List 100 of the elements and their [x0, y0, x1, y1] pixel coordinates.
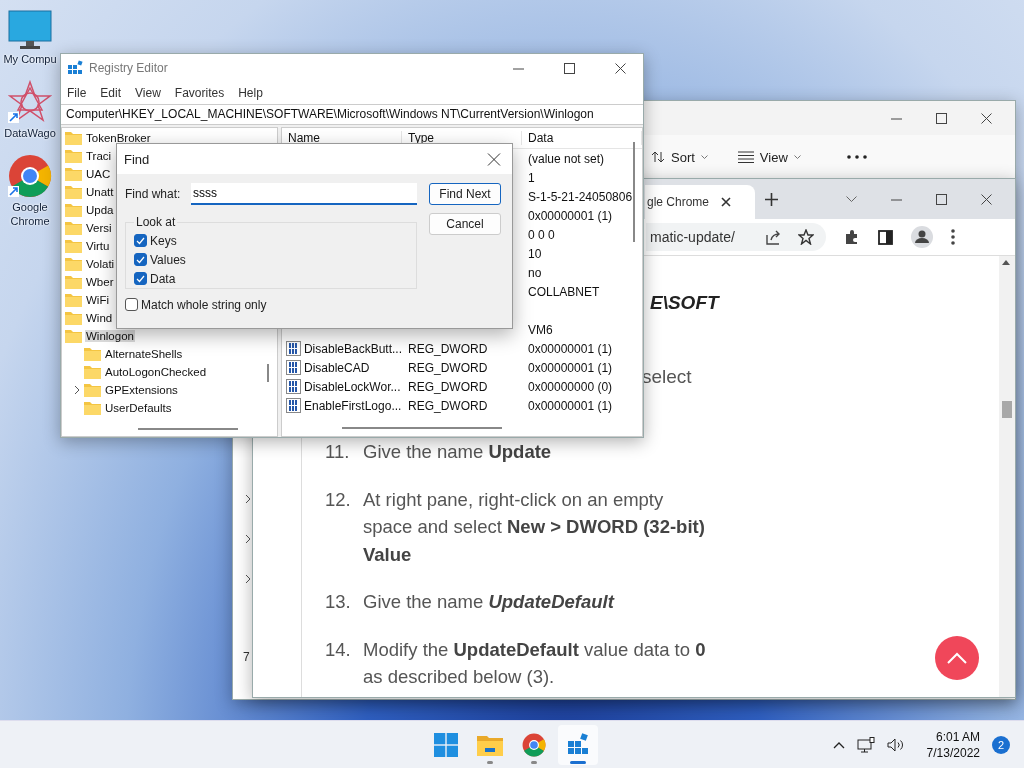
clock[interactable]: 6:01 AM 7/13/2022	[926, 729, 980, 761]
chevron-up-icon[interactable]	[832, 741, 845, 749]
tree-item[interactable]: AlternateShells	[104, 348, 184, 360]
menu-item[interactable]: Favorites	[174, 86, 225, 100]
network-icon[interactable]	[856, 737, 875, 753]
tree-item[interactable]: Winlogon	[85, 330, 135, 342]
scroll-up-icon[interactable]	[1002, 260, 1010, 265]
menu-item[interactable]: Edit	[100, 86, 122, 100]
close-icon[interactable]	[981, 112, 992, 124]
menu-item[interactable]: View	[135, 86, 161, 100]
value-name[interactable]: DisableBackButt...	[303, 341, 402, 356]
step-text: Give the name Update	[363, 440, 553, 464]
notification-badge[interactable]: 2	[992, 736, 1010, 754]
chrome-icon[interactable]	[8, 154, 52, 198]
chevron-right-icon[interactable]	[245, 494, 251, 504]
tree-item[interactable]: GPExtensions	[104, 384, 179, 396]
checkbox-label[interactable]: Match whole string only	[141, 297, 267, 312]
address-field[interactable]: Computer\HKEY_LOCAL_MACHINE\SOFTWARE\Microsoft\Windows NT\CurrentVersion\Winlogon	[61, 104, 643, 125]
share-icon[interactable]	[766, 229, 782, 245]
scrollbar-thumb[interactable]	[342, 427, 502, 429]
close-icon[interactable]	[615, 62, 626, 74]
tree-item[interactable]: Volati	[85, 258, 116, 270]
tree-item[interactable]: Unatt	[85, 186, 115, 198]
value-data: 0x00000000 (0)	[528, 379, 613, 394]
side-panel-icon[interactable]	[878, 229, 893, 245]
value-type: REG_DWORD	[408, 398, 488, 413]
article-text: select	[642, 366, 693, 388]
value-name[interactable]: EnableFirstLogo...	[304, 398, 402, 413]
chevron-right-icon[interactable]	[73, 385, 81, 395]
tree-item[interactable]: Versi	[85, 222, 113, 234]
value-data: 0x00000001 (1)	[528, 398, 613, 413]
caret-down-icon	[793, 155, 801, 159]
tree-item[interactable]: UserDefaults	[104, 402, 173, 414]
checkbox-label[interactable]: Values	[150, 252, 186, 267]
menu-item[interactable]: File	[67, 86, 87, 100]
checkbox[interactable]	[125, 298, 138, 311]
registry-editor-icon	[67, 60, 83, 76]
desktop-icon-label[interactable]: DataWago	[4, 126, 56, 140]
chevron-right-icon[interactable]	[245, 574, 251, 584]
taskbar-app-button[interactable]	[558, 725, 598, 765]
scrollbar-thumb[interactable]	[267, 364, 269, 382]
more-options-icon[interactable]	[846, 155, 867, 159]
date-text: 7/13/2022	[926, 745, 980, 761]
folder-icon	[84, 401, 101, 415]
desktop-icon-label[interactable]: My Compu	[3, 52, 57, 66]
tree-item[interactable]: Virtu	[85, 240, 111, 252]
puzzle-icon[interactable]	[844, 229, 860, 245]
caret-down-icon	[700, 155, 708, 159]
folder-icon	[84, 347, 101, 361]
dialog-title: Find	[124, 151, 150, 167]
star-icon[interactable]	[798, 229, 814, 245]
desktop-icon-label[interactable]: Google Chrome	[1, 200, 59, 228]
tree-item[interactable]: Traci	[85, 150, 113, 162]
value-name[interactable]: DisableLockWor...	[304, 379, 401, 394]
chevron-down-icon[interactable]	[846, 196, 857, 202]
checkbox[interactable]	[134, 253, 147, 266]
chevron-right-icon[interactable]	[245, 534, 251, 544]
maximize-icon[interactable]	[936, 193, 947, 205]
star-logo-icon[interactable]	[8, 80, 52, 124]
maximize-icon[interactable]	[936, 112, 947, 124]
scrollbar-thumb[interactable]	[1002, 401, 1012, 418]
step-number: 11.	[325, 440, 351, 464]
avatar-icon[interactable]	[911, 226, 933, 248]
close-icon[interactable]	[721, 197, 732, 207]
step-text: Modify the UpdateDefault value data to 0 as described below (3).	[363, 637, 707, 689]
tree-item[interactable]: Wber	[85, 276, 115, 288]
scrollbar-thumb[interactable]	[138, 428, 238, 430]
checkbox-label[interactable]: Keys	[150, 233, 177, 248]
scrollbar-thumb[interactable]	[633, 142, 635, 242]
value-name[interactable]: DisableCAD	[304, 360, 370, 375]
step-number: 12.	[325, 487, 352, 512]
maximize-icon[interactable]	[564, 62, 575, 74]
close-icon[interactable]	[981, 193, 992, 205]
tree-item[interactable]: TokenBroker	[85, 132, 152, 144]
tree-item[interactable]: UAC	[85, 168, 112, 180]
monitor-icon[interactable]	[8, 10, 52, 50]
tree-item[interactable]: AutoLogonChecked	[104, 366, 208, 378]
dialog-button[interactable]: Cancel	[429, 213, 501, 235]
sort-button[interactable]: Sort	[647, 147, 712, 167]
sort-arrows-icon	[651, 150, 665, 164]
folder-icon	[65, 257, 82, 271]
browser-tab[interactable]: gle Chrome	[645, 185, 755, 219]
address-bar[interactable]: matic-update/	[646, 223, 826, 251]
checkbox-label[interactable]: Data	[150, 271, 176, 286]
tree-item[interactable]: WiFi	[85, 294, 110, 306]
group-label: Look at	[135, 215, 177, 229]
new-tab-icon[interactable]	[765, 192, 778, 206]
step-number: 14.	[325, 637, 352, 662]
back-to-top-button[interactable]	[935, 636, 979, 680]
folder-icon	[65, 167, 82, 181]
menu-item[interactable]: Help	[238, 86, 263, 100]
menu-dots-icon[interactable]	[951, 229, 955, 245]
find-what-field[interactable]: ssss	[191, 183, 417, 205]
tree-item[interactable]: Upda	[85, 204, 115, 216]
tree-item[interactable]: Wind	[85, 312, 114, 324]
checkbox[interactable]	[134, 234, 147, 247]
checkbox[interactable]	[134, 272, 147, 285]
speaker-icon[interactable]	[886, 738, 905, 752]
dialog-button[interactable]: Find Next	[429, 183, 501, 205]
view-button[interactable]: View	[733, 147, 805, 167]
